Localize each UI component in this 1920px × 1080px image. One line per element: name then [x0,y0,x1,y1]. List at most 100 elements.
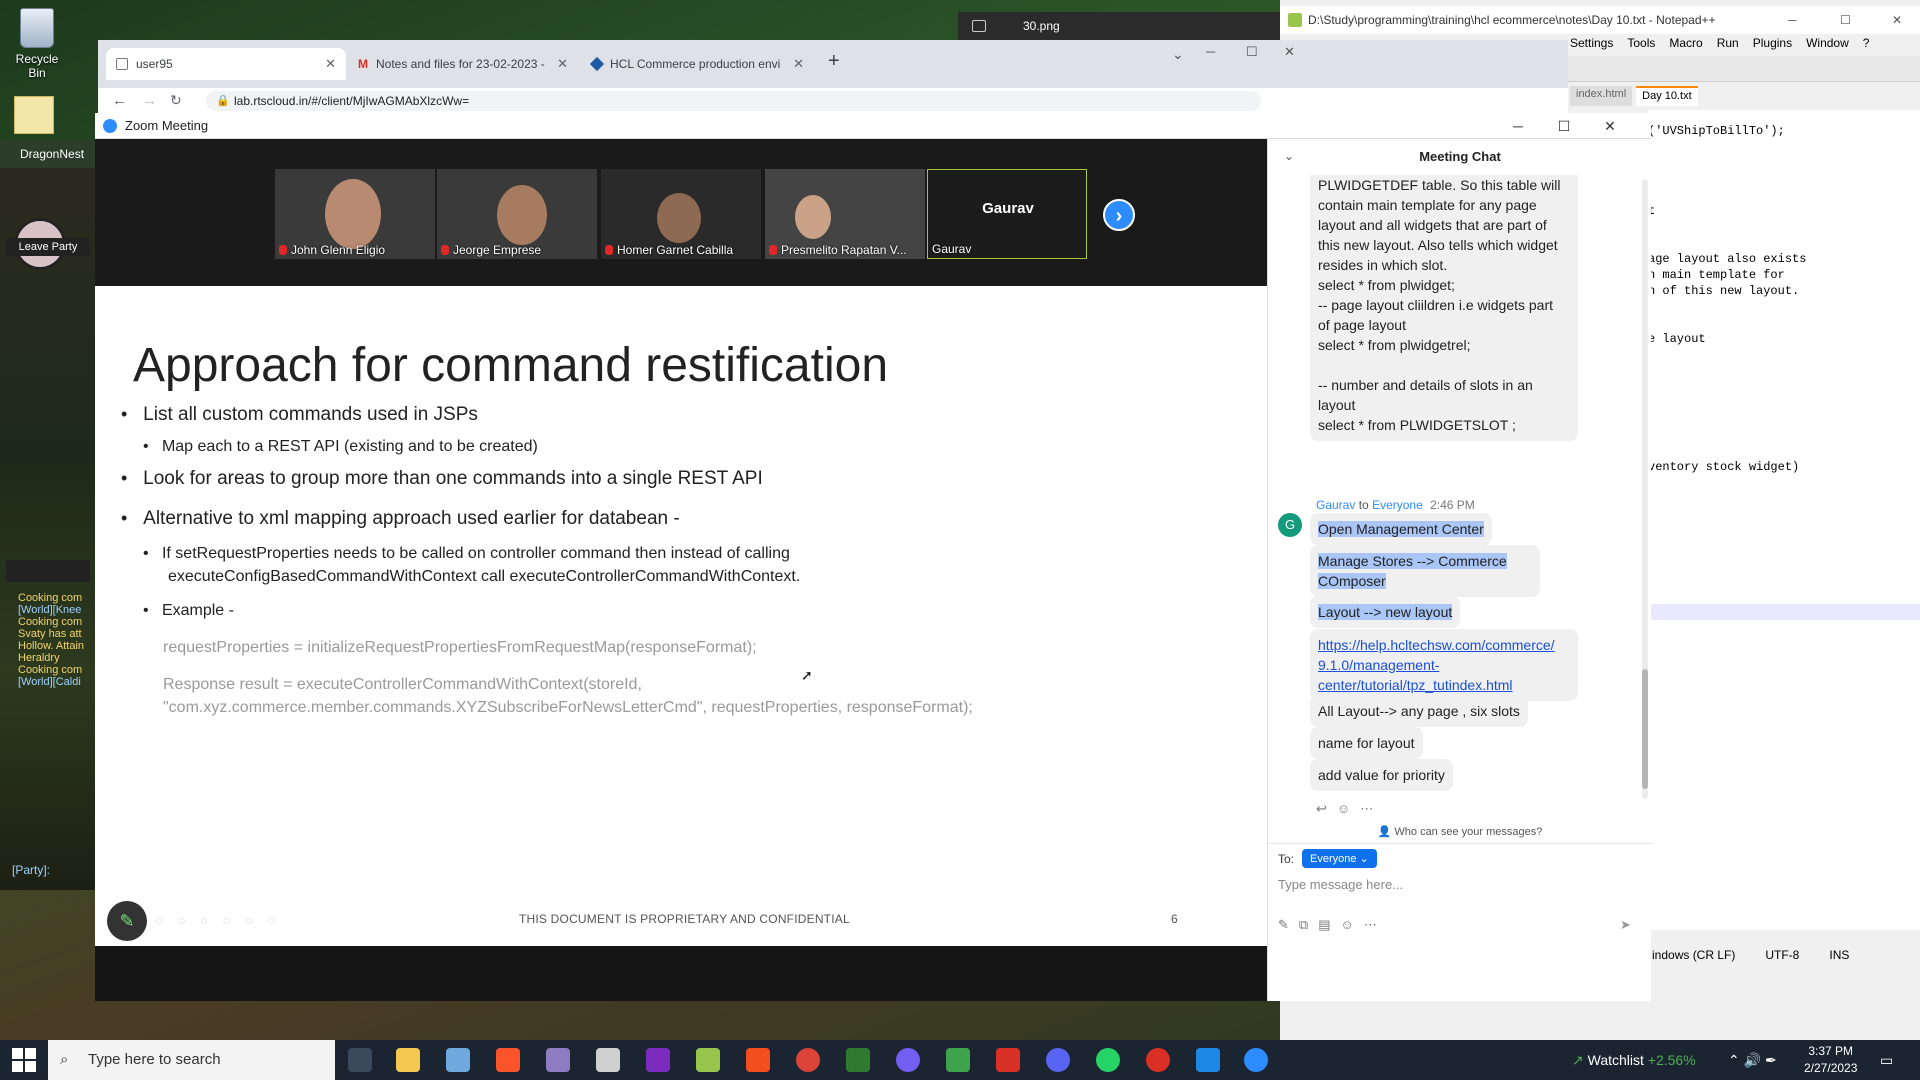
send-icon[interactable]: ➤ [1620,917,1631,933]
close-tab-icon[interactable]: ✕ [557,56,568,72]
more-icon[interactable]: ⋯ [1360,801,1373,817]
to-label: To: [1278,851,1295,866]
minimize-icon[interactable]: ─ [1788,6,1797,34]
browser-tab-gmail[interactable]: M Notes and files for 23-02-2023 - ✕ [348,48,578,80]
watchlist-widget[interactable]: ↗ Watchlist +2.56% [1572,1040,1696,1080]
close-icon[interactable]: ✕ [1284,44,1295,60]
discord-icon[interactable] [1046,1048,1070,1072]
chat-message[interactable]: All Layout--> any page , six slots [1310,695,1528,727]
message-input[interactable]: Type message here... [1278,877,1403,892]
maximize-icon[interactable]: ☐ [1246,44,1258,60]
help-link[interactable]: https://help.hcltechsw.com/commerce/ [1318,637,1555,653]
chat-message-link[interactable]: https://help.hcltechsw.com/commerce/ 9.1… [1310,629,1578,701]
who-can-see-link[interactable]: 👤 Who can see your messages? [1268,825,1652,838]
screenshot-icon[interactable]: ⧉ [1299,917,1308,933]
back-icon[interactable]: ← [112,92,127,109]
next-page-button[interactable]: › [1103,199,1135,231]
notification-icon[interactable]: ▭ [1880,1040,1893,1080]
chevron-down-icon[interactable]: ⌄ [1284,149,1294,163]
menu-help[interactable]: ? [1863,36,1870,56]
notepad-plus-plus-icon[interactable] [696,1048,720,1072]
recipient-dropdown[interactable]: Everyone ⌄ [1302,849,1377,868]
chat-message[interactable]: Open Management Center [1310,513,1492,545]
annotation-tools[interactable]: ○○○○○○ [155,912,290,928]
zoom-titlebar[interactable]: Zoom Meeting ─ ☐ ✕ [95,113,1651,139]
folder-icon[interactable] [14,96,54,134]
brave-icon[interactable] [496,1048,520,1072]
app-icon[interactable] [446,1048,470,1072]
menu-window[interactable]: Window [1806,36,1849,56]
participant-tile[interactable]: Homer Garnet Cabilla [601,169,761,259]
more-icon[interactable]: ⋯ [1364,917,1377,933]
close-tab-icon[interactable]: ✕ [325,56,336,72]
menu-tools[interactable]: Tools [1627,36,1655,56]
maximize-icon[interactable]: ☐ [1840,6,1851,34]
game-skillbar[interactable] [6,560,90,582]
chat-message[interactable]: Manage Stores --> Commerce COmposer [1310,545,1540,597]
zoom-taskbar-icon[interactable] [1244,1048,1268,1072]
new-tab-button[interactable]: + [828,50,840,73]
participant-tile[interactable]: John Glenn Eligio [275,169,435,259]
minimize-icon[interactable]: ─ [1206,44,1215,59]
windows-start-icon[interactable] [12,1048,36,1072]
edge-icon[interactable] [946,1048,970,1072]
chat-message[interactable]: add value for priority [1310,759,1453,791]
chrome-icon[interactable] [796,1048,820,1072]
intellij-icon[interactable] [646,1048,670,1072]
clock[interactable]: 3:37 PM 2/27/2023 [1804,1043,1857,1077]
app-icon[interactable] [596,1048,620,1072]
recycle-bin-shortcut[interactable]: Recycle Bin [6,8,68,80]
tab-day-10[interactable]: Day 10.txt [1636,86,1698,106]
help-link[interactable]: 9.1.0/management- [1318,657,1439,673]
photo-viewer-titlebar[interactable]: 30.png [958,12,1280,40]
viber-icon[interactable] [896,1048,920,1072]
maximize-icon[interactable]: ☐ [1541,113,1587,139]
sub-bullet-item: • Example - [143,602,234,620]
participant-tile[interactable]: Presmelito Rapatan V... [765,169,925,259]
emoji-reaction-icon[interactable]: ☺ [1337,801,1350,817]
tray-icons[interactable]: ⌃ 🔊 ✒ [1728,1040,1777,1080]
tab-index-html[interactable]: index.html [1570,86,1633,106]
chat-message[interactable]: Layout --> new layout [1310,596,1461,628]
whatsapp-icon[interactable] [1096,1048,1120,1072]
menu-settings[interactable]: Settings [1570,36,1613,56]
reply-icon[interactable]: ↩ [1316,801,1327,817]
self-tile[interactable]: Gaurav Gaurav [927,169,1087,259]
party-chat-input[interactable]: [Party]: [12,863,50,877]
notepad-editor[interactable]: ('UVShipToBillTo'); t age layout also ex… [1648,110,1920,930]
close-icon[interactable]: ✕ [1587,113,1633,139]
app-icon[interactable] [996,1048,1020,1072]
participant-tile[interactable]: Jeorge Emprese [437,169,597,259]
chat-scrollbar-thumb[interactable] [1642,669,1648,789]
file-icon[interactable]: ▤ [1318,917,1330,933]
close-icon[interactable]: ✕ [1892,6,1902,34]
app-icon[interactable] [546,1048,570,1072]
annotate-button[interactable]: ✎ [107,901,147,941]
menu-run[interactable]: Run [1717,36,1739,56]
emoji-icon[interactable]: ☺ [1341,917,1354,933]
task-view-icon[interactable] [348,1048,372,1072]
figma-icon[interactable] [746,1048,770,1072]
menu-plugins[interactable]: Plugins [1753,36,1792,56]
app-icon[interactable] [1196,1048,1220,1072]
menu-macro[interactable]: Macro [1669,36,1702,56]
reload-icon[interactable]: ↻ [170,92,182,109]
taskbar-search[interactable]: ⌕ Type here to search [48,1040,335,1080]
minimize-icon[interactable]: ─ [1495,113,1541,139]
app-icon[interactable] [1146,1048,1170,1072]
format-icon[interactable]: ✎ [1278,917,1289,933]
forward-icon[interactable]: → [142,92,157,109]
dragonnest-icon[interactable] [846,1048,870,1072]
browser-tab-user95[interactable]: user95 ✕ [106,48,346,80]
close-tab-icon[interactable]: ✕ [793,56,804,72]
sender-name[interactable]: Gaurav [1316,498,1355,512]
help-link[interactable]: center/tutorial/tpz_tutindex.html [1318,677,1513,693]
browser-tab-hcl[interactable]: HCL Commerce production envir ✕ [582,48,814,80]
notepad-titlebar[interactable]: D:\Study\programming\training\hcl ecomme… [1280,6,1920,34]
search-placeholder: Type here to search [88,1051,221,1068]
file-explorer-icon[interactable] [396,1048,420,1072]
chat-message[interactable]: name for layout [1310,727,1423,759]
address-bar[interactable]: 🔒 lab.rtscloud.in/#/client/MjIwAGMAbXlzc… [206,91,1261,111]
leave-party-button[interactable]: Leave Party [6,238,90,256]
chevron-down-icon[interactable]: ⌄ [1172,46,1184,63]
